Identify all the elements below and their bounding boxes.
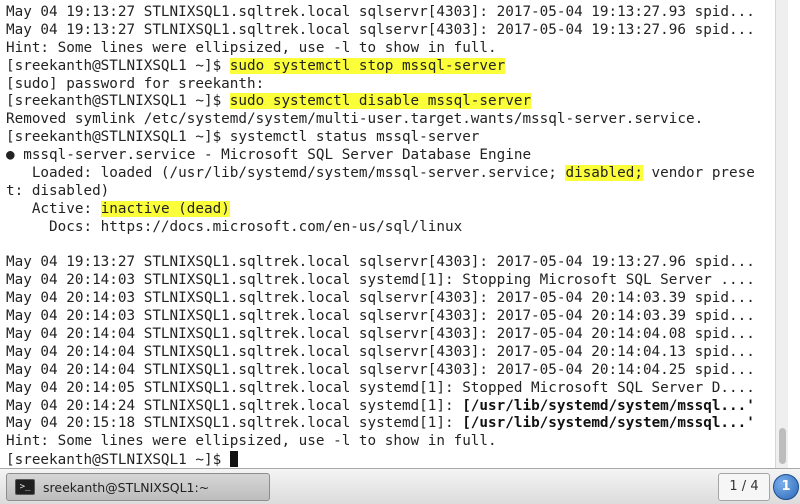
terminal-scrollbar[interactable] bbox=[775, 0, 788, 468]
taskbar-window-title: sreekanth@STLNIXSQL1:~ bbox=[43, 479, 210, 495]
terminal-line: Hint: Some lines were ellipsized, use -l… bbox=[6, 40, 788, 58]
terminal-icon: >_ bbox=[15, 479, 35, 495]
terminal-text: t: disabled) bbox=[6, 182, 110, 199]
terminal-line: [sreekanth@STLNIXSQL1 ~]$ bbox=[6, 451, 788, 468]
terminal-line: [sreekanth@STLNIXSQL1 ~]$ systemctl stat… bbox=[6, 129, 788, 147]
terminal-line: May 04 19:13:27 STLNIXSQL1.sqltrek.local… bbox=[6, 4, 788, 22]
highlighted-text: disabled; bbox=[565, 165, 643, 182]
terminal-line: May 04 20:14:03 STLNIXSQL1.sqltrek.local… bbox=[6, 308, 788, 326]
terminal-text: [sreekanth@STLNIXSQL1 ~]$ bbox=[6, 93, 230, 110]
bold-text: [/usr/lib/systemd/system/mssql...' bbox=[462, 397, 755, 414]
bold-text: [/usr/lib/systemd/system/mssql...' bbox=[462, 415, 755, 432]
terminal-line: [sreekanth@STLNIXSQL1 ~]$ sudo systemctl… bbox=[6, 57, 788, 76]
terminal-text: May 04 19:13:27 STLNIXSQL1.sqltrek.local… bbox=[6, 21, 755, 38]
terminal-text: May 04 20:14:03 STLNIXSQL1.sqltrek.local… bbox=[6, 272, 755, 289]
terminal-line: Hint: Some lines were ellipsized, use -l… bbox=[6, 433, 788, 451]
terminal-line: May 04 20:14:03 STLNIXSQL1.sqltrek.local… bbox=[6, 272, 788, 290]
notification-badge[interactable]: 1 bbox=[773, 474, 799, 500]
terminal-line: ● mssql-server.service - Microsoft SQL S… bbox=[6, 147, 788, 165]
taskbar-window-button[interactable]: >_ sreekanth@STLNIXSQL1:~ bbox=[6, 473, 270, 501]
terminal-text: May 04 20:14:24 STLNIXSQL1.sqltrek.local… bbox=[6, 397, 463, 414]
terminal-line: Removed symlink /etc/systemd/system/mult… bbox=[6, 111, 788, 129]
terminal-text: Loaded: loaded (/usr/lib/systemd/system/… bbox=[6, 165, 566, 182]
terminal-text: May 04 19:13:27 STLNIXSQL1.sqltrek.local… bbox=[6, 4, 755, 20]
terminal-line: May 04 20:14:04 STLNIXSQL1.sqltrek.local… bbox=[6, 362, 788, 380]
terminal-line: [sreekanth@STLNIXSQL1 ~]$ sudo systemctl… bbox=[6, 93, 788, 111]
terminal-line: May 04 20:14:05 STLNIXSQL1.sqltrek.local… bbox=[6, 380, 788, 398]
terminal-text: vendor prese bbox=[642, 165, 755, 182]
terminal-text: May 04 20:14:03 STLNIXSQL1.sqltrek.local… bbox=[6, 290, 755, 307]
terminal-line: May 04 19:13:27 STLNIXSQL1.sqltrek.local… bbox=[6, 22, 788, 40]
terminal-window[interactable]: May 04 19:13:27 STLNIXSQL1.sqltrek.local… bbox=[0, 0, 788, 468]
terminal-line: May 04 20:14:04 STLNIXSQL1.sqltrek.local… bbox=[6, 344, 788, 362]
highlighted-text: inactive (dead) bbox=[100, 200, 230, 217]
terminal-line: May 04 20:14:24 STLNIXSQL1.sqltrek.local… bbox=[6, 398, 788, 416]
terminal-cursor bbox=[229, 451, 238, 468]
highlighted-text: sudo systemctl stop mssql-server bbox=[229, 57, 506, 74]
terminal-line: Loaded: loaded (/usr/lib/systemd/system/… bbox=[6, 165, 788, 183]
terminal-text: Hint: Some lines were ellipsized, use -l… bbox=[6, 39, 497, 56]
terminal-text: [sreekanth@STLNIXSQL1 ~]$ bbox=[6, 452, 230, 468]
terminal-output[interactable]: May 04 19:13:27 STLNIXSQL1.sqltrek.local… bbox=[0, 0, 788, 468]
terminal-text: Removed symlink /etc/systemd/system/mult… bbox=[6, 111, 704, 128]
terminal-text: Active: bbox=[6, 200, 101, 217]
scrollbar-thumb[interactable] bbox=[779, 428, 786, 464]
terminal-text: [sreekanth@STLNIXSQL1 ~]$ bbox=[6, 57, 230, 74]
terminal-text: Hint: Some lines were ellipsized, use -l… bbox=[6, 433, 497, 450]
terminal-text: May 04 19:13:27 STLNIXSQL1.sqltrek.local… bbox=[6, 254, 755, 271]
terminal-line: Active: inactive (dead) bbox=[6, 200, 788, 219]
terminal-text: May 04 20:14:03 STLNIXSQL1.sqltrek.local… bbox=[6, 308, 755, 325]
terminal-text: May 04 20:14:04 STLNIXSQL1.sqltrek.local… bbox=[6, 326, 755, 343]
taskbar: >_ sreekanth@STLNIXSQL1:~ 1 / 4 1 bbox=[0, 468, 800, 504]
highlighted-text: sudo systemctl disable mssql-server bbox=[229, 93, 532, 110]
terminal-line: t: disabled) bbox=[6, 183, 788, 201]
workspace-pager[interactable]: 1 / 4 bbox=[718, 473, 770, 501]
terminal-text: Docs: https://docs.microsoft.com/en-us/s… bbox=[6, 218, 463, 235]
terminal-line: [sudo] password for sreekanth: bbox=[6, 76, 788, 94]
terminal-text: [sreekanth@STLNIXSQL1 ~]$ systemctl stat… bbox=[6, 129, 480, 146]
terminal-line: Docs: https://docs.microsoft.com/en-us/s… bbox=[6, 219, 788, 237]
terminal-text: May 04 20:15:18 STLNIXSQL1.sqltrek.local… bbox=[6, 415, 463, 432]
terminal-text: May 04 20:14:04 STLNIXSQL1.sqltrek.local… bbox=[6, 343, 755, 360]
terminal-line: May 04 20:14:03 STLNIXSQL1.sqltrek.local… bbox=[6, 290, 788, 308]
terminal-line: May 04 20:15:18 STLNIXSQL1.sqltrek.local… bbox=[6, 415, 788, 433]
terminal-line: May 04 19:13:27 STLNIXSQL1.sqltrek.local… bbox=[6, 254, 788, 272]
terminal-line: May 04 20:14:04 STLNIXSQL1.sqltrek.local… bbox=[6, 326, 788, 344]
terminal-text: May 04 20:14:05 STLNIXSQL1.sqltrek.local… bbox=[6, 379, 755, 396]
terminal-text: [sudo] password for sreekanth: bbox=[6, 75, 265, 92]
terminal-text: ● mssql-server.service - Microsoft SQL S… bbox=[6, 147, 532, 164]
terminal-text: May 04 20:14:04 STLNIXSQL1.sqltrek.local… bbox=[6, 361, 755, 378]
